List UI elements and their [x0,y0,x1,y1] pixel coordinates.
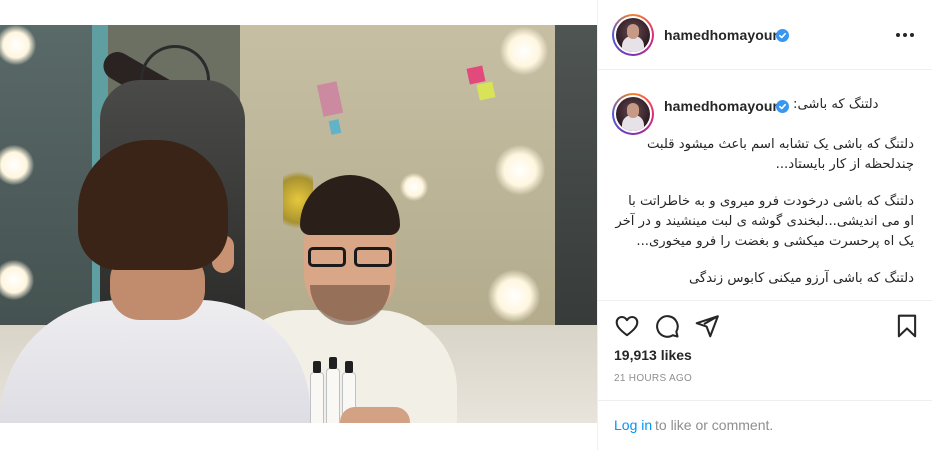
caption-username[interactable]: hamedhomayoun [664,98,781,114]
verified-badge-icon [776,100,789,113]
caption-paragraph: دلتنگ که باشی یک تشابه اسم باعث میشود قل… [646,137,914,172]
avatar[interactable] [612,14,654,56]
post-actions [598,300,932,348]
caption-area: hamedhomayoun دلتنگ که باشی: دلتنگ که با… [598,71,932,295]
avatar[interactable] [612,93,654,135]
more-options-icon[interactable] [896,26,918,44]
post-side-panel: hamedhomayoun hamedhomayoun دلتنگ که باش… [597,0,932,450]
post-header: hamedhomayoun [598,0,932,70]
post-photo[interactable] [0,25,597,423]
caption-paragraph: دلتنگ که باشی درخودت فرو میروی و به خاطر… [615,194,914,249]
post-timestamp[interactable]: 21 HOURS AGO [614,373,692,384]
bookmark-icon[interactable] [894,313,920,339]
login-link[interactable]: Log in [614,417,652,433]
reflection-glasses [306,247,394,269]
login-prompt: Log in to like or comment. [598,400,932,450]
verified-badge-icon [776,29,789,42]
header-username[interactable]: hamedhomayoun [664,27,781,43]
heart-icon[interactable] [614,313,640,339]
sticky-note [466,65,486,85]
photo-person-back [0,140,310,423]
mirror-bulb [500,27,548,75]
mirror-bulb [488,270,540,322]
caption-paragraph: دلتنگ که باشی آرزو میکنی کابوس زندگی [688,271,914,286]
photo-hanger [140,45,210,85]
likes-count[interactable]: 19,913 likes [614,347,692,363]
instagram-post: hamedhomayoun hamedhomayoun دلتنگ که باش… [0,0,932,450]
login-prompt-text: to like or comment. [655,417,774,433]
comment-icon[interactable] [654,313,680,339]
photo-hand [340,407,410,423]
share-icon[interactable] [694,313,720,339]
caption-title: دلتنگ که باشی: [793,97,879,112]
caption-body: دلتنگ که باشی یک تشابه اسم باعث میشود قل… [614,135,914,295]
sticky-note [476,81,496,101]
mirror-bulb [495,145,545,195]
reflection-hair [300,175,400,235]
back-hair [78,140,228,270]
